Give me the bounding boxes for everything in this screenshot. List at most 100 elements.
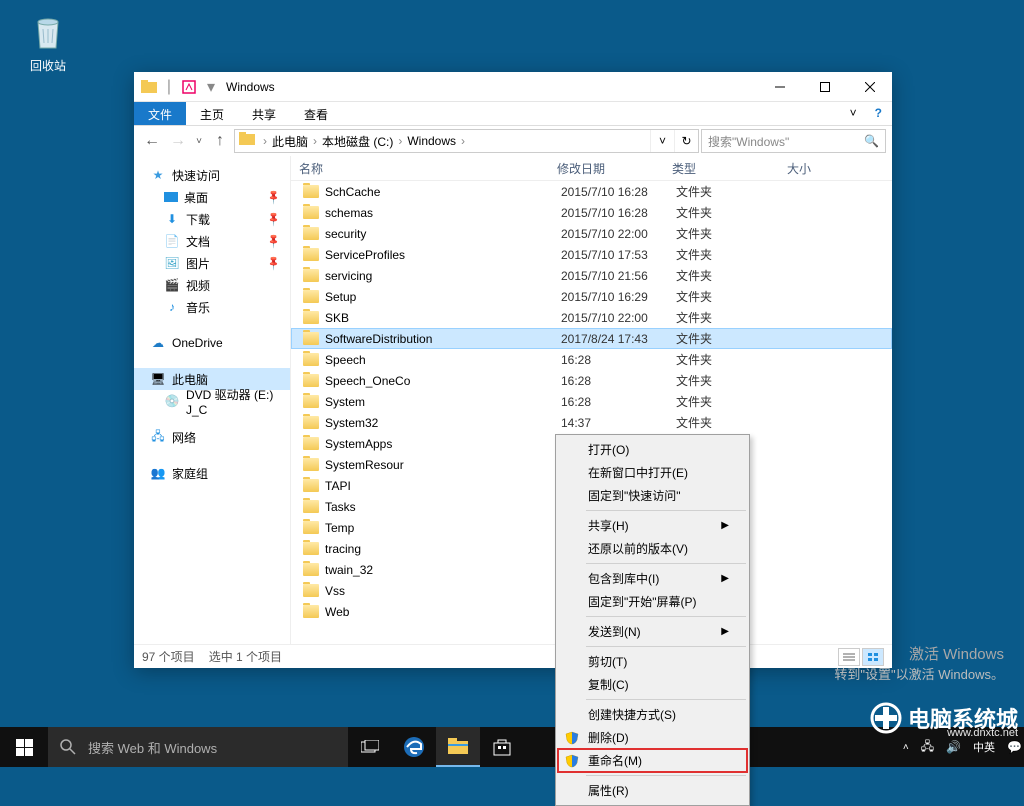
search-input[interactable]: 搜索"Windows" 🔍 [701,129,886,153]
nav-network[interactable]: 🖧网络 [134,426,290,448]
tray-chevron-up-icon[interactable]: ˄ [903,742,909,753]
view-details-button[interactable] [838,648,860,666]
file-type: 文件夹 [676,183,791,200]
file-name: Speech [325,353,561,367]
nav-forward-button[interactable]: → [166,129,190,153]
tab-share[interactable]: 共享 [238,102,290,125]
nav-drop-button[interactable]: ˅ [650,130,674,152]
menu-item[interactable]: 创建快捷方式(S) [558,703,747,726]
file-name: SystemApps [325,437,561,451]
menu-separator [586,699,746,700]
breadcrumb-item[interactable]: 本地磁盘 (C:) [319,133,396,150]
taskbar-search[interactable]: 搜索 Web 和 Windows [48,727,348,767]
nav-onedrive[interactable]: ☁OneDrive [134,332,290,354]
table-row[interactable]: SchCache 2015/7/10 16:28 文件夹 [291,181,892,202]
file-name: System32 [325,416,561,430]
nav-desktop[interactable]: 桌面📌 [134,186,290,208]
nav-music[interactable]: ♪音乐 [134,296,290,318]
menu-item[interactable]: 剪切(T) [558,650,747,673]
recycle-bin-desktop-icon[interactable]: 回收站 [18,10,78,74]
nav-back-button[interactable]: ← [140,129,164,153]
table-row[interactable]: Setup 2015/7/10 16:29 文件夹 [291,286,892,307]
col-name[interactable]: 名称 [299,160,557,177]
file-type: 文件夹 [676,309,791,326]
taskbar-explorer[interactable] [436,727,480,767]
taskbar-edge[interactable] [392,727,436,767]
table-row[interactable]: SoftwareDistribution 2017/8/24 17:43 文件夹 [291,328,892,349]
ribbon-tabs: 文件 主页 共享 查看 ˅ ? [134,102,892,126]
nav-quick-access[interactable]: ★快速访问 [134,164,290,186]
tray-volume-icon[interactable]: 🔊 [946,740,961,754]
breadcrumb-item[interactable]: 此电脑 [269,133,311,150]
tray-notifications-icon[interactable]: 💬 [1007,740,1022,754]
tab-view[interactable]: 查看 [290,102,342,125]
menu-item[interactable]: 重命名(M) [558,749,747,772]
table-row[interactable]: ServiceProfiles 2015/7/10 17:53 文件夹 [291,244,892,265]
col-size[interactable]: 大小 [787,160,892,177]
menu-separator [586,563,746,564]
menu-label: 删除(D) [588,729,629,746]
col-type[interactable]: 类型 [672,160,787,177]
menu-item[interactable]: 删除(D) [558,726,747,749]
breadcrumb[interactable]: › 此电脑 › 本地磁盘 (C:) › Windows › ˅ ↻ [234,129,699,153]
table-row[interactable]: System 16:28 文件夹 [291,391,892,412]
table-row[interactable]: System32 14:37 文件夹 [291,412,892,433]
nav-up-button[interactable]: ↑ [208,129,232,153]
refresh-button[interactable]: ↻ [674,130,698,152]
col-date[interactable]: 修改日期 [557,160,672,177]
menu-item[interactable]: 包含到库中(I)▶ [558,567,747,590]
qat-properties-icon[interactable] [179,77,199,97]
table-row[interactable]: SKB 2015/7/10 22:00 文件夹 [291,307,892,328]
tab-home[interactable]: 主页 [186,102,238,125]
file-date: 16:28 [561,395,676,409]
taskbar-store[interactable] [480,727,524,767]
nav-documents[interactable]: 📄文档📌 [134,230,290,252]
file-date: 2015/7/10 22:00 [561,311,676,325]
menu-item[interactable]: 复制(C) [558,673,747,696]
nav-homegroup[interactable]: 👥家庭组 [134,462,290,484]
status-count: 97 个项目 [142,648,195,665]
menu-item[interactable]: 固定到"快速访问" [558,484,747,507]
task-view-button[interactable] [348,727,392,767]
menu-separator [586,775,746,776]
nav-history-button[interactable]: ˅ [192,129,206,153]
ribbon-expand-button[interactable]: ˅ [842,102,865,125]
table-row[interactable]: security 2015/7/10 22:00 文件夹 [291,223,892,244]
nav-dvd[interactable]: 💿DVD 驱动器 (E:) J_C [134,390,290,412]
qat-newfolder-icon[interactable]: ▾ [205,77,217,97]
file-type: 文件夹 [676,246,791,263]
breadcrumb-item[interactable]: Windows [404,134,459,148]
menu-label: 包含到库中(I) [588,570,659,587]
tray-network-icon[interactable]: 🖧 [921,737,934,758]
help-button[interactable]: ? [865,102,892,125]
file-name: SchCache [325,185,561,199]
menu-item[interactable]: 共享(H)▶ [558,514,747,537]
menu-item[interactable]: 在新窗口中打开(E) [558,461,747,484]
nav-downloads[interactable]: ⬇下载📌 [134,208,290,230]
column-headers: 名称 修改日期 类型 大小 [291,156,892,181]
table-row[interactable]: schemas 2015/7/10 16:28 文件夹 [291,202,892,223]
tray-ime-icon[interactable]: 中英 [973,739,995,755]
file-name: Temp [325,521,561,535]
nav-videos[interactable]: 🎬视频 [134,274,290,296]
table-row[interactable]: servicing 2015/7/10 21:56 文件夹 [291,265,892,286]
menu-item[interactable]: 发送到(N)▶ [558,620,747,643]
minimize-button[interactable] [757,72,802,101]
menu-label: 还原以前的版本(V) [588,540,688,557]
table-row[interactable]: Speech_OneCo 16:28 文件夹 [291,370,892,391]
menu-label: 在新窗口中打开(E) [588,464,688,481]
tab-file[interactable]: 文件 [134,102,186,125]
nav-pictures[interactable]: 🖼图片📌 [134,252,290,274]
file-type: 文件夹 [676,225,791,242]
table-row[interactable]: Speech 16:28 文件夹 [291,349,892,370]
maximize-button[interactable] [802,72,847,101]
file-date: 2015/7/10 16:28 [561,185,676,199]
menu-item[interactable]: 打开(O) [558,438,747,461]
pin-icon: 📌 [265,189,282,206]
view-icons-button[interactable] [862,648,884,666]
menu-item[interactable]: 还原以前的版本(V) [558,537,747,560]
start-button[interactable] [0,727,48,767]
menu-item[interactable]: 属性(R) [558,779,747,802]
menu-item[interactable]: 固定到"开始"屏幕(P) [558,590,747,613]
close-button[interactable] [847,72,892,101]
